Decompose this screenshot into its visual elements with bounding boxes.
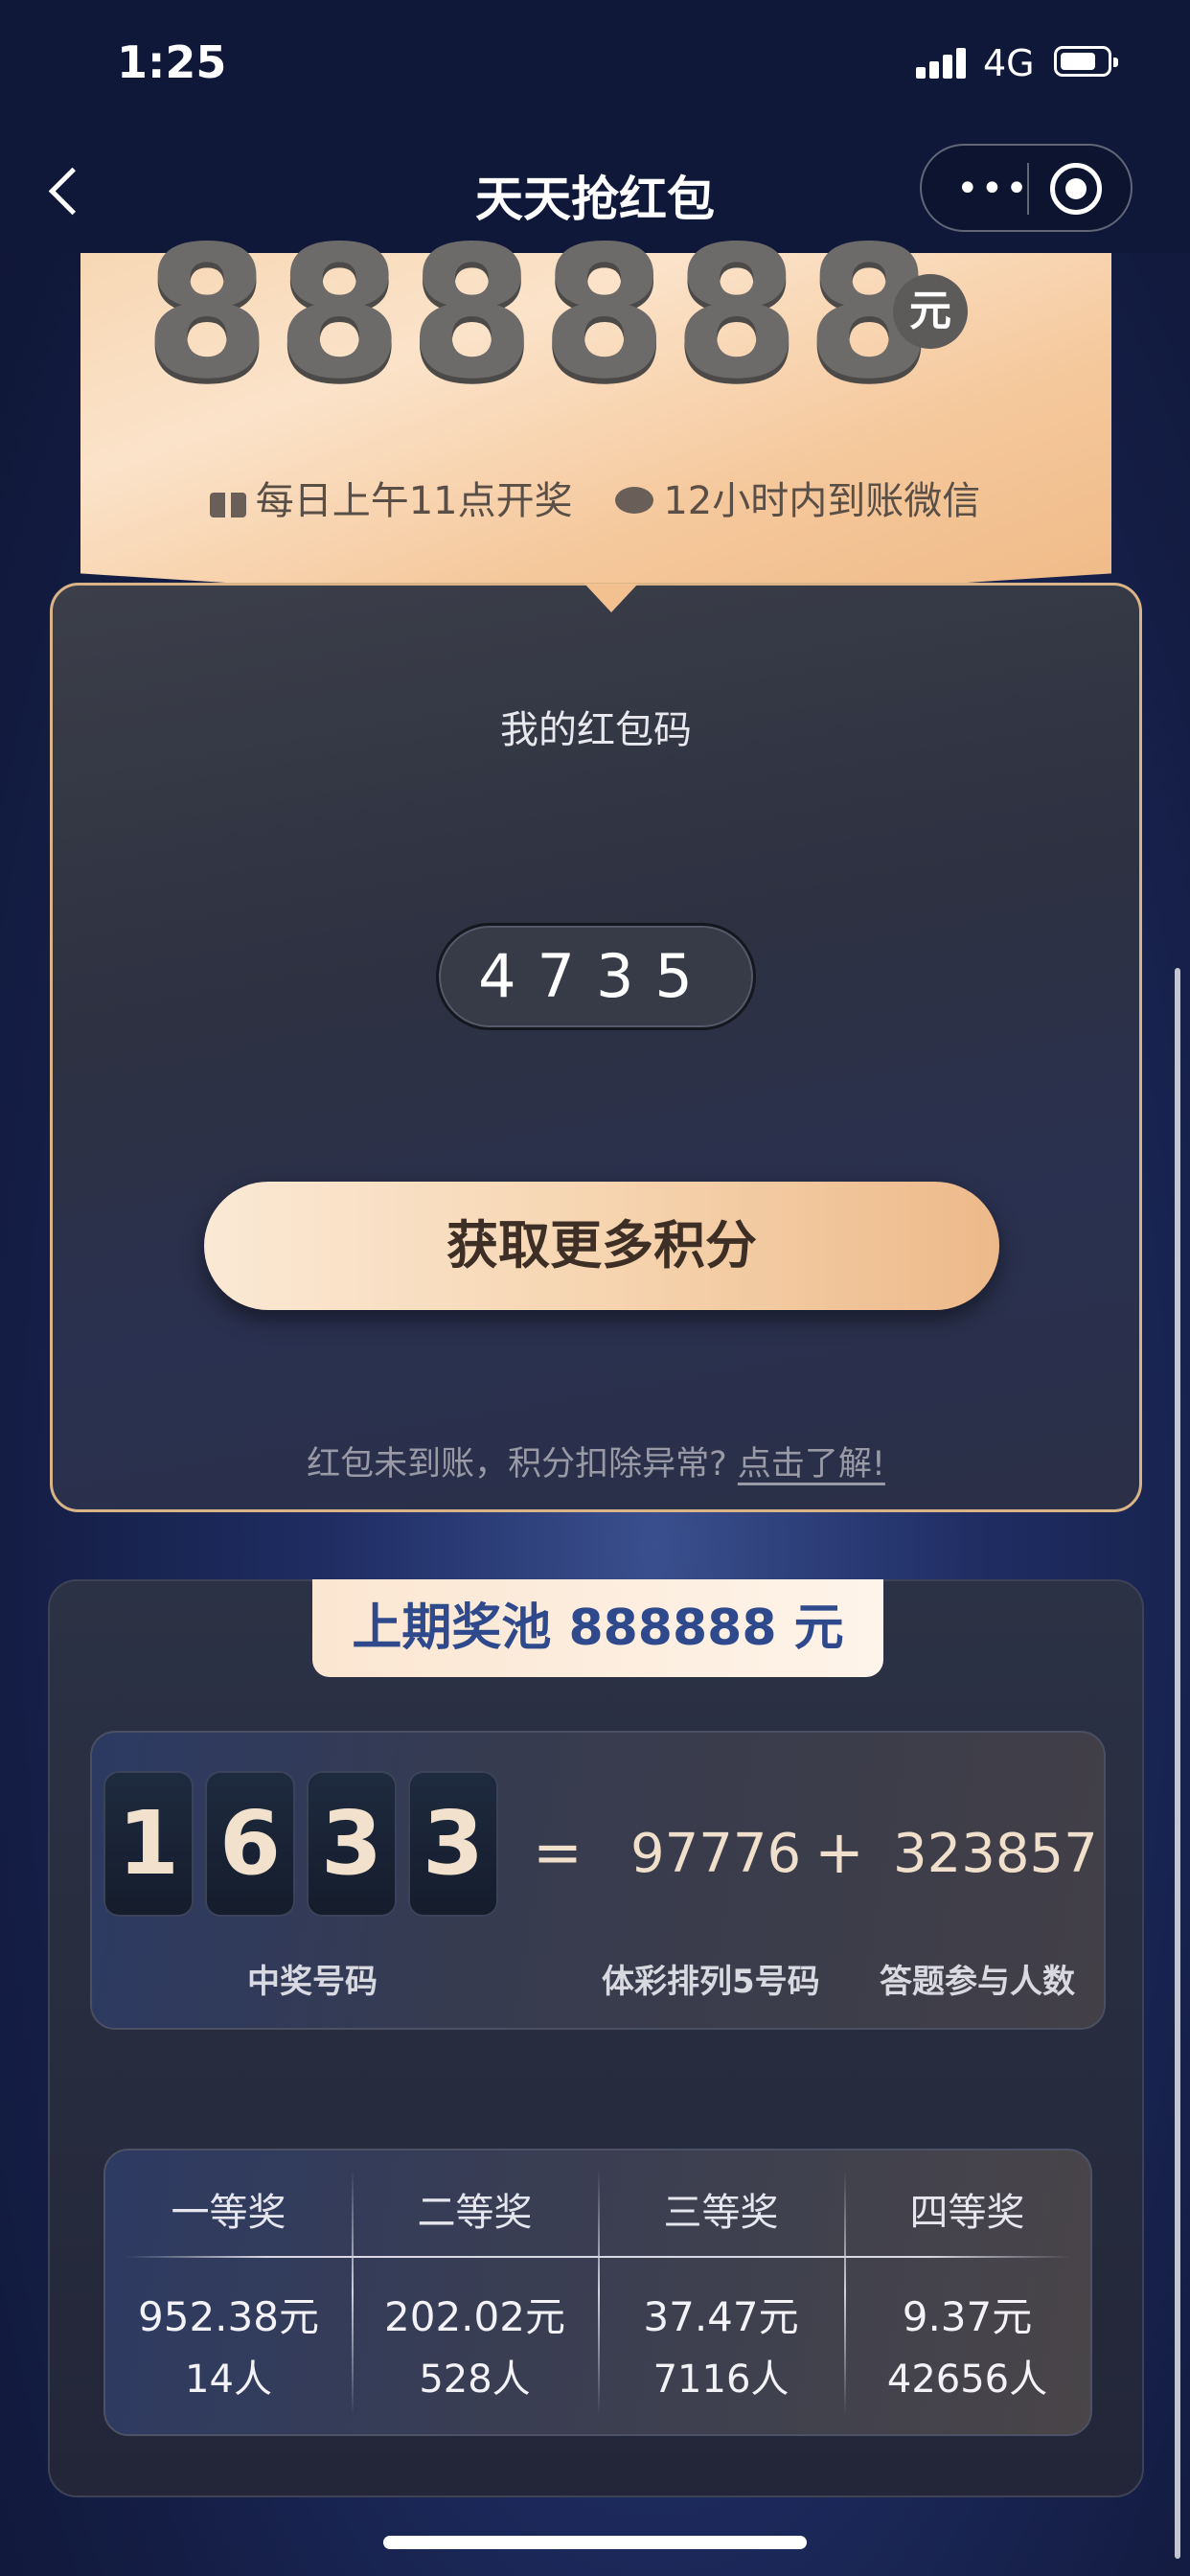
tier-amount: 9.37元 bbox=[902, 2293, 1033, 2340]
winning-digit: 1 bbox=[105, 1773, 192, 1915]
lottery-number: 97776 bbox=[630, 1823, 802, 1885]
equals-sign: = bbox=[533, 1817, 583, 1887]
get-more-points-button[interactable]: 获取更多积分 bbox=[204, 1182, 999, 1310]
battery-icon bbox=[1054, 46, 1118, 77]
tier-column: 二等奖 202.02元 528人 bbox=[352, 2150, 598, 2434]
lottery-number-label: 体彩排列5号码 bbox=[602, 1963, 820, 2001]
winning-digit: 3 bbox=[309, 1773, 395, 1915]
tier-amount: 952.38元 bbox=[138, 2293, 319, 2340]
tier-name: 一等奖 bbox=[171, 2191, 286, 2235]
tier-column: 四等奖 9.37元 42656人 bbox=[844, 2150, 1090, 2434]
status-time: 1:25 bbox=[117, 36, 227, 88]
draw-formula: 1 6 3 3 = 97776 + 323857 中奖号码 体彩排列5号码 答题… bbox=[90, 1731, 1106, 2030]
signal-icon bbox=[916, 48, 966, 79]
banner-info: 每日上午11点开奖 12小时内到账微信 bbox=[0, 470, 1190, 525]
plus-sign: + bbox=[814, 1817, 864, 1887]
winning-digit: 6 bbox=[207, 1773, 293, 1915]
prize-tier-table: 一等奖 952.38元 14人 二等奖 202.02元 528人 三等奖 37.… bbox=[103, 2149, 1092, 2436]
tier-column: 一等奖 952.38元 14人 bbox=[105, 2150, 352, 2434]
note-text: 红包未到账，积分扣除异常? bbox=[307, 1445, 727, 1484]
card-note: 红包未到账，积分扣除异常? 点击了解! bbox=[53, 1437, 1139, 1485]
card-title: 我的红包码 bbox=[500, 708, 692, 752]
tier-name: 四等奖 bbox=[909, 2191, 1025, 2235]
prize-amount: 888888 bbox=[144, 207, 939, 419]
red-packet-code: 4735 bbox=[436, 923, 756, 1030]
tier-people: 528人 bbox=[419, 2358, 531, 2402]
miniprogram-capsule: ••• bbox=[920, 144, 1133, 232]
network-type: 4G bbox=[983, 42, 1035, 84]
winning-number-label: 中奖号码 bbox=[247, 1963, 378, 2001]
tier-people: 14人 bbox=[185, 2358, 272, 2402]
participant-count: 323857 bbox=[893, 1823, 1098, 1885]
home-indicator[interactable] bbox=[383, 2536, 807, 2549]
red-packet-code-card: 我的红包码 4735 获取更多积分 红包未到账，积分扣除异常? 点击了解! bbox=[50, 583, 1142, 1512]
participants-label: 答题参与人数 bbox=[880, 1963, 1075, 2001]
currency-badge: 元 bbox=[893, 274, 968, 349]
tier-amount: 37.47元 bbox=[643, 2293, 799, 2340]
tier-name: 三等奖 bbox=[663, 2191, 779, 2235]
winning-digit: 3 bbox=[410, 1773, 496, 1915]
tier-people: 7116人 bbox=[652, 2358, 790, 2402]
learn-more-link[interactable]: 点击了解! bbox=[738, 1445, 885, 1484]
close-miniprogram-icon[interactable] bbox=[1050, 163, 1102, 215]
tier-people: 42656人 bbox=[886, 2358, 1048, 2402]
tier-column: 三等奖 37.47元 7116人 bbox=[598, 2150, 844, 2434]
tier-amount: 202.02元 bbox=[384, 2293, 565, 2340]
status-bar: 1:25 4G bbox=[0, 0, 1190, 134]
gift-icon bbox=[209, 485, 246, 518]
more-icon[interactable]: ••• bbox=[956, 167, 1030, 211]
prize-pool-card: 上期奖池 888888 元 1 6 3 3 = 97776 + 323857 中… bbox=[48, 1579, 1144, 2497]
scrollbar[interactable] bbox=[1175, 968, 1180, 2559]
wechat-icon bbox=[615, 487, 654, 516]
pool-title: 上期奖池 888888 元 bbox=[312, 1579, 883, 1677]
draw-time-text: 每日上午11点开奖 bbox=[255, 479, 573, 523]
card-pointer bbox=[584, 584, 638, 612]
capsule-divider bbox=[1027, 163, 1029, 215]
tier-name: 二等奖 bbox=[417, 2191, 533, 2235]
payout-text: 12小时内到账微信 bbox=[663, 479, 981, 523]
